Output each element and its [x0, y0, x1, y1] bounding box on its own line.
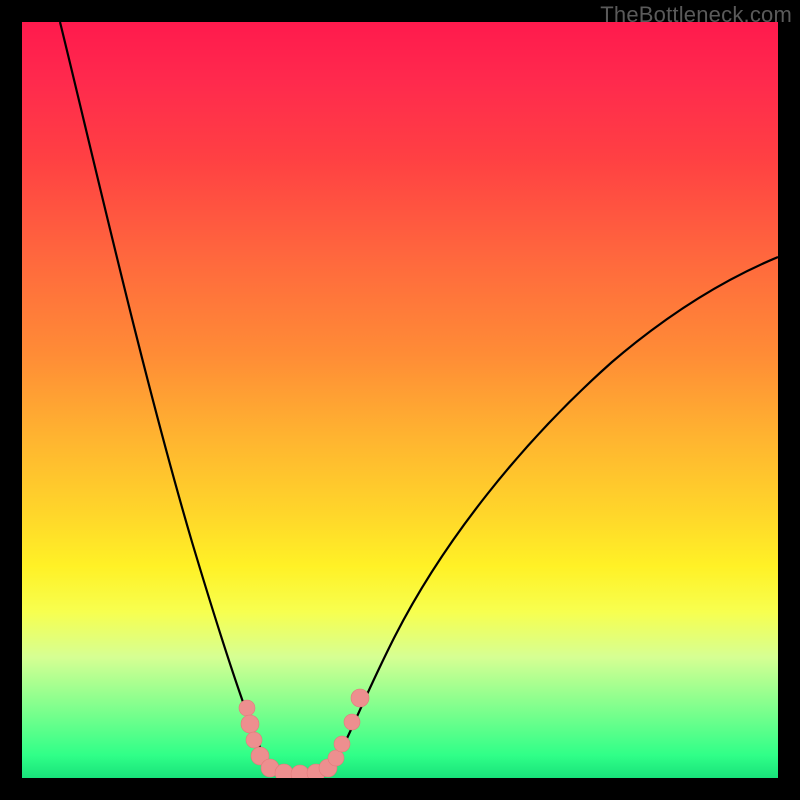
right-curve — [305, 257, 778, 775]
marker-group — [239, 689, 369, 778]
plot-area — [22, 22, 778, 778]
chart-frame: TheBottleneck.com — [0, 0, 800, 800]
curve-layer — [22, 22, 778, 778]
left-curve — [60, 22, 305, 775]
watermark-text: TheBottleneck.com — [600, 2, 792, 28]
